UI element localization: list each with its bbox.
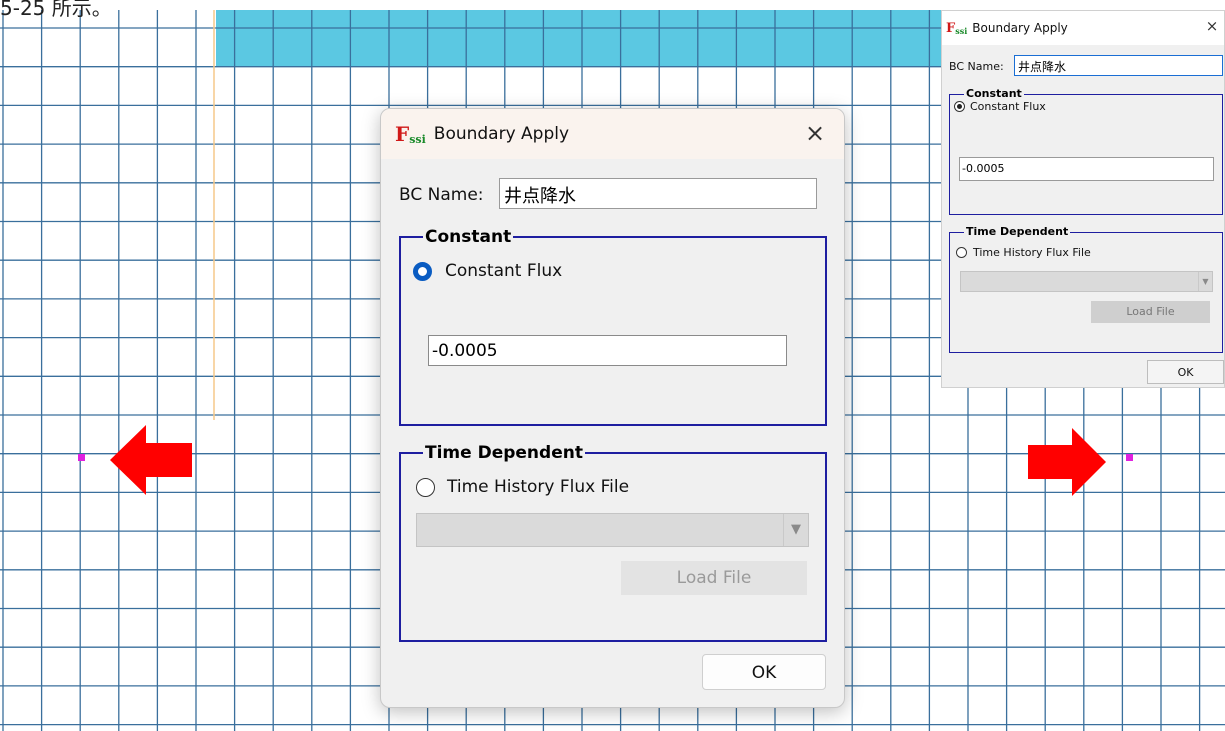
title-bar[interactable]: Fssi Boundary Apply × bbox=[381, 109, 844, 159]
time-dependent-group: Time Dependent Time History Flux File ▼ … bbox=[949, 226, 1223, 353]
time-dependent-group-title: Time Dependent bbox=[964, 225, 1071, 238]
constant-group: Constant Constant Flux -0.0005 bbox=[399, 228, 827, 426]
time-history-radio[interactable] bbox=[416, 478, 435, 497]
time-history-radio[interactable] bbox=[956, 247, 967, 258]
constant-flux-radio[interactable] bbox=[413, 262, 432, 281]
app-logo-icon: Fssi bbox=[946, 20, 968, 36]
time-dependent-group: Time Dependent Time History Flux File ▼ … bbox=[399, 444, 827, 642]
bc-name-input[interactable]: 井点降水 bbox=[1014, 55, 1223, 76]
boundary-apply-dialog-small: Fssi Boundary Apply × BC Name: 井点降水 Cons… bbox=[941, 10, 1225, 388]
chevron-down-icon: ▼ bbox=[1198, 272, 1212, 291]
constant-flux-label: Constant Flux bbox=[970, 100, 1046, 113]
constant-group: Constant Constant Flux -0.0005 bbox=[949, 88, 1223, 215]
constant-flux-label: Constant Flux bbox=[445, 261, 563, 281]
constant-flux-radio[interactable] bbox=[954, 101, 965, 112]
load-file-button[interactable]: Load File bbox=[621, 561, 807, 595]
constant-group-title: Constant bbox=[964, 87, 1024, 100]
ok-button[interactable]: OK bbox=[702, 654, 826, 690]
highlighted-cells bbox=[216, 10, 946, 67]
close-icon[interactable]: × bbox=[1200, 17, 1224, 35]
dialog-title: Boundary Apply bbox=[433, 124, 570, 144]
title-bar[interactable]: Fssi Boundary Apply × bbox=[942, 11, 1224, 45]
constant-group-title: Constant bbox=[423, 227, 514, 247]
node-marker bbox=[1126, 454, 1133, 461]
bc-name-label: BC Name: bbox=[949, 60, 1004, 73]
boundary-apply-dialog: Fssi Boundary Apply × BC Name: 井点降水 Cons… bbox=[380, 108, 845, 708]
load-file-button[interactable]: Load File bbox=[1091, 301, 1210, 323]
bc-name-label: BC Name: bbox=[399, 185, 484, 205]
bc-name-input[interactable]: 井点降水 bbox=[499, 178, 817, 209]
flux-file-dropdown[interactable]: ▼ bbox=[416, 513, 809, 547]
flux-file-dropdown[interactable]: ▼ bbox=[960, 271, 1213, 292]
app-logo-icon: Fssi bbox=[395, 122, 426, 146]
ok-button[interactable]: OK bbox=[1147, 360, 1224, 384]
arrow-right-icon bbox=[1028, 428, 1106, 496]
arrow-left-icon bbox=[110, 425, 192, 495]
node-marker bbox=[78, 454, 85, 461]
time-history-label: Time History Flux File bbox=[447, 477, 630, 497]
dialog-title: Boundary Apply bbox=[972, 21, 1068, 35]
radio-dot bbox=[957, 104, 962, 109]
time-dependent-group-title: Time Dependent bbox=[423, 443, 585, 463]
close-icon[interactable]: × bbox=[800, 119, 830, 147]
page-caption: 5-25 所示。 bbox=[0, 0, 112, 20]
constant-flux-input[interactable]: -0.0005 bbox=[959, 157, 1214, 181]
chevron-down-icon: ▼ bbox=[783, 514, 808, 546]
time-history-label: Time History Flux File bbox=[973, 246, 1091, 259]
constant-flux-input[interactable]: -0.0005 bbox=[428, 335, 787, 366]
